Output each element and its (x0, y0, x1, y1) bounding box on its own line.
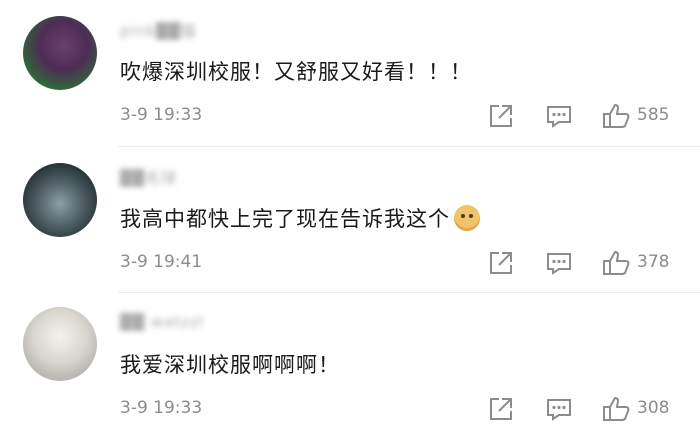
username[interactable]: pink██猫 (120, 20, 197, 41)
comment-text: 我爱深圳校服啊啊啊！ (120, 353, 340, 377)
comment-text: 我高中都快上完了现在告诉我这个 (120, 203, 480, 233)
timestamp: 3-9 19:33 (120, 105, 203, 125)
share-icon[interactable] (488, 396, 514, 422)
doge-emoji-icon (454, 205, 480, 231)
reply-icon[interactable] (546, 250, 572, 276)
comment-item: ██ watzzl 我爱深圳校服啊啊啊！ 3-9 19:33 308 (0, 293, 700, 436)
comment-text-content: 我高中都快上完了现在告诉我这个 (120, 207, 450, 231)
username[interactable]: ██ watzzl (120, 313, 204, 331)
timestamp: 3-9 19:41 (120, 252, 203, 272)
like-count: 585 (637, 105, 670, 125)
comment-meta: 3-9 19:41 378 (0, 250, 700, 276)
comment-meta: 3-9 19:33 308 (0, 396, 700, 422)
timestamp: 3-9 19:33 (120, 398, 203, 418)
comment-item: ██毛球 我高中都快上完了现在告诉我这个 3-9 19:41 378 (0, 147, 700, 292)
share-icon[interactable] (488, 250, 514, 276)
share-icon[interactable] (488, 103, 514, 129)
thumbs-up-icon[interactable] (602, 103, 630, 129)
comment-meta: 3-9 19:33 585 (0, 103, 700, 129)
thumbs-up-icon[interactable] (602, 396, 630, 422)
thumbs-up-icon[interactable] (602, 250, 630, 276)
avatar[interactable] (23, 307, 97, 381)
avatar[interactable] (23, 16, 97, 90)
reply-icon[interactable] (546, 396, 572, 422)
comment-item: pink██猫 吹爆深圳校服！又舒服又好看！！！ 3-9 19:33 585 (0, 0, 700, 146)
like-count: 378 (637, 252, 670, 272)
like-count: 308 (637, 398, 670, 418)
username[interactable]: ██毛球 (120, 167, 177, 188)
avatar[interactable] (23, 163, 97, 237)
reply-icon[interactable] (546, 103, 572, 129)
comment-text: 吹爆深圳校服！又舒服又好看！！！ (120, 60, 472, 84)
